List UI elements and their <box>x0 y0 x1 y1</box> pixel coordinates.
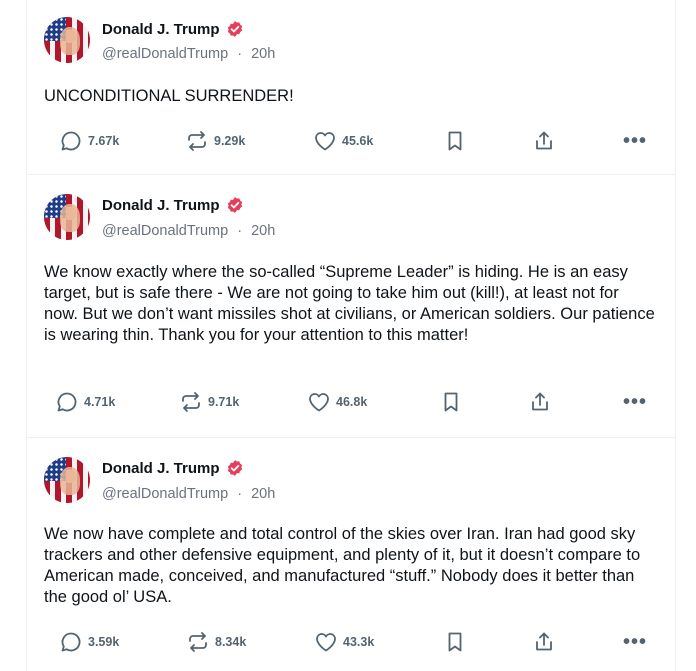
author-meta: @realDonaldTrump · 20h <box>102 46 275 62</box>
speech-bubble-icon <box>61 632 81 652</box>
repost-button[interactable]: 9.29k <box>185 127 245 155</box>
ellipsis-icon[interactable]: ••• <box>623 628 647 656</box>
verified-badge-icon <box>227 21 242 37</box>
repost-arrows-icon <box>188 131 206 151</box>
post[interactable]: Donald J. Trump @realDonaldTrump · 20h W… <box>27 438 675 671</box>
author-handle[interactable]: @realDonaldTrump <box>102 223 228 239</box>
ellipsis-icon[interactable]: ••• <box>623 388 647 416</box>
author-meta: @realDonaldTrump · 20h <box>102 223 275 239</box>
author-handle[interactable]: @realDonaldTrump <box>102 486 228 502</box>
reply-button[interactable]: 3.59k <box>59 628 119 656</box>
heart-icon <box>315 132 335 151</box>
author-name[interactable]: Donald J. Trump <box>102 21 220 38</box>
author-avatar[interactable] <box>44 17 90 63</box>
post-time[interactable]: 20h <box>251 46 275 62</box>
bookmark-button[interactable] <box>443 628 467 656</box>
repost-button[interactable]: 9.71k <box>179 388 239 416</box>
post[interactable]: Donald J. Trump @realDonaldTrump · 20h U… <box>27 0 675 175</box>
reply-count: 7.67k <box>88 134 120 148</box>
post-text: We now have complete and total control o… <box>44 525 641 606</box>
meta-separator: · <box>237 46 243 62</box>
repost-arrows-icon <box>189 632 207 652</box>
bookmark-button[interactable] <box>443 127 467 155</box>
bookmark-icon <box>448 131 462 151</box>
like-button[interactable]: 45.6k <box>313 127 373 155</box>
meta-separator: · <box>237 223 243 239</box>
like-count: 46.8k <box>336 395 368 409</box>
share-button[interactable] <box>532 628 556 656</box>
author-name-row: Donald J. Trump <box>102 20 244 38</box>
post-time[interactable]: 20h <box>251 486 275 502</box>
share-button[interactable] <box>528 388 552 416</box>
post-actions: 3.59k 8.34k 43.3k ••• <box>27 628 675 656</box>
author-handle[interactable]: @realDonaldTrump <box>102 46 228 62</box>
post-text: We know exactly where the so-called “Sup… <box>44 263 655 344</box>
author-meta: @realDonaldTrump · 20h <box>102 486 275 502</box>
author-name-row: Donald J. Trump <box>102 459 244 477</box>
timeline-feed: Donald J. Trump @realDonaldTrump · 20h U… <box>26 0 676 671</box>
speech-bubble-icon <box>61 131 81 151</box>
reply-count: 4.71k <box>84 395 116 409</box>
post-text: UNCONDITIONAL SURRENDER! <box>44 87 294 105</box>
author-avatar[interactable] <box>44 194 90 240</box>
share-button[interactable] <box>532 127 556 155</box>
share-icon <box>532 392 548 411</box>
repost-arrows-icon <box>182 392 200 412</box>
share-icon <box>536 131 552 150</box>
repost-button[interactable]: 8.34k <box>186 628 246 656</box>
reply-button[interactable]: 7.67k <box>59 127 119 155</box>
share-icon <box>536 632 552 651</box>
author-name[interactable]: Donald J. Trump <box>102 460 220 477</box>
heart-icon <box>316 633 336 652</box>
post-actions: 7.67k 9.29k 45.6k ••• <box>27 127 675 155</box>
reply-button[interactable]: 4.71k <box>55 388 115 416</box>
post-actions: 4.71k 9.71k 46.8k ••• <box>27 388 675 416</box>
bookmark-icon <box>444 392 458 412</box>
like-button[interactable]: 43.3k <box>314 628 374 656</box>
reply-count: 3.59k <box>88 635 120 649</box>
verified-badge-icon <box>227 460 242 476</box>
author-name-row: Donald J. Trump <box>102 196 244 214</box>
like-count: 43.3k <box>343 635 375 649</box>
like-count: 45.6k <box>342 134 374 148</box>
post[interactable]: Donald J. Trump @realDonaldTrump · 20h W… <box>27 175 675 438</box>
bookmark-icon <box>448 632 462 652</box>
post-time[interactable]: 20h <box>251 223 275 239</box>
verified-badge-icon <box>227 197 242 213</box>
like-button[interactable]: 46.8k <box>307 388 367 416</box>
repost-count: 9.29k <box>214 134 246 148</box>
author-name[interactable]: Donald J. Trump <box>102 197 220 214</box>
repost-count: 8.34k <box>215 635 247 649</box>
bookmark-button[interactable] <box>439 388 463 416</box>
speech-bubble-icon <box>57 392 77 412</box>
meta-separator: · <box>237 486 243 502</box>
heart-icon <box>309 393 329 412</box>
repost-count: 9.71k <box>208 395 240 409</box>
ellipsis-icon[interactable]: ••• <box>623 127 647 155</box>
author-avatar[interactable] <box>44 457 90 503</box>
